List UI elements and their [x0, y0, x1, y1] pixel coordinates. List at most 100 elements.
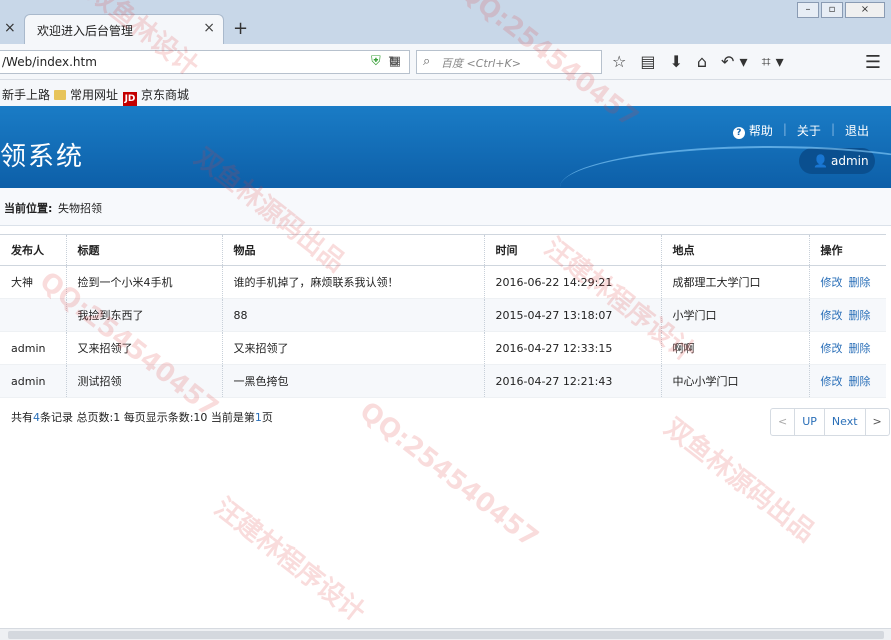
cell-title: 测试招领 — [65, 364, 222, 398]
window-close-icon[interactable]: × — [845, 2, 885, 18]
column-header: 地点 — [660, 234, 809, 266]
cell-time: 2016-04-27 12:21:43 — [483, 364, 661, 398]
total-records: 4 — [33, 411, 40, 424]
browser-tab[interactable]: 欢迎进入后台管理 × — [24, 14, 224, 44]
delete-link[interactable]: 删除 — [849, 342, 871, 355]
delete-link[interactable]: 删除 — [849, 375, 871, 388]
toolbar-icons: ☆ ▤ ⬇ ⌂ ↶ ▾ ⌗ ▾ — [612, 52, 798, 72]
search-bar[interactable]: ⌕ 百度 <Ctrl+K> — [416, 50, 602, 74]
minimize-icon[interactable]: – — [797, 2, 819, 18]
delete-link[interactable]: 删除 — [849, 309, 871, 322]
menu-icon[interactable]: ☰ — [865, 52, 881, 73]
crop-icon[interactable]: ⌗ ▾ — [762, 52, 784, 72]
cell-actions: 修改 删除 — [808, 298, 886, 332]
breadcrumb-value: 失物招领 — [58, 202, 102, 215]
edit-link[interactable]: 修改 — [821, 375, 843, 388]
column-header: 发布人 — [0, 234, 66, 266]
window-controls: – ▫ × — [795, 2, 885, 18]
app-header: 领系统 ? 帮助 | 关于 | 退出 👤 admin — [0, 106, 891, 188]
cell-actions: 修改 删除 — [808, 331, 886, 365]
logout-link[interactable]: 退出 — [845, 122, 869, 139]
jd-logo-icon: JD — [123, 92, 137, 106]
watermark: 汪建林程序设计 — [208, 492, 371, 629]
cell-time: 2016-06-22 14:29:21 — [483, 265, 661, 299]
table-row: admin 又来招领了 又来招领了 2016-04-27 12:33:15 啊啊… — [0, 331, 886, 365]
bookmark-item[interactable]: 常用网址 — [54, 86, 118, 103]
cell-publisher: 大神 — [0, 265, 66, 299]
record-summary: 共有4条记录 总页数:1 每页显示条数:10 当前是第1页 — [11, 411, 273, 424]
browser-navbar: /Web/index.htm ⛨ ▦ ↻ ⌕ 百度 <Ctrl+K> ☆ ▤ ⬇ … — [0, 44, 891, 80]
browser-tabstrip: × 欢迎进入后台管理 × + – ▫ × — [0, 0, 891, 44]
help-link[interactable]: ? 帮助 — [732, 122, 773, 139]
cell-publisher: admin — [0, 364, 66, 398]
bookmark-item[interactable]: 新手上路 — [2, 86, 50, 103]
table-row: 我捡到东西了 88 2015-04-27 13:18:07 小学门口 修改 删除 — [0, 298, 886, 332]
lost-found-table: 发布人 标题 物品 时间 地点 操作 大神 捡到一个小米4手机 谁的手机掉了，麻… — [0, 234, 886, 398]
shield-icon: ⛨ — [370, 54, 381, 69]
edit-link[interactable]: 修改 — [821, 342, 843, 355]
cell-actions: 修改 删除 — [808, 265, 886, 299]
scrollbar-thumb[interactable] — [8, 631, 884, 639]
column-header: 操作 — [808, 234, 886, 266]
next-icon[interactable]: > — [866, 409, 889, 435]
cell-place: 成都理工大学门口 — [660, 265, 809, 299]
new-tab-icon[interactable]: + — [233, 18, 248, 39]
bookmarks-bar: 新手上路 常用网址 JD 京东商城 — [0, 80, 891, 106]
reload-icon[interactable]: ↻ — [388, 54, 400, 70]
horizontal-scrollbar[interactable] — [0, 628, 891, 640]
user-badge[interactable]: 👤 admin — [799, 148, 875, 174]
search-icon: ⌕ — [423, 54, 431, 69]
pager: < UP Next > — [770, 408, 890, 436]
current-page: 1 — [254, 411, 262, 424]
cell-title: 我捡到东西了 — [65, 298, 222, 332]
bookmark-star-icon[interactable]: ☆ — [612, 52, 626, 72]
about-link[interactable]: 关于 — [797, 122, 821, 139]
cell-item: 88 — [221, 298, 484, 332]
delete-link[interactable]: 删除 — [849, 276, 871, 289]
watermark: QQ:254540457 — [353, 396, 544, 554]
close-icon[interactable]: × — [4, 20, 16, 36]
address-bar[interactable]: /Web/index.htm ⛨ ▦ — [0, 50, 410, 74]
cell-place: 小学门口 — [660, 298, 809, 332]
cell-title: 又来招领了 — [65, 331, 222, 365]
app-title: 领系统 — [0, 142, 85, 172]
next-button[interactable]: Next — [825, 409, 866, 435]
cell-item: 谁的手机掉了，麻烦联系我认领！ — [221, 265, 484, 299]
cell-time: 2015-04-27 13:18:07 — [483, 298, 661, 332]
table-row: 大神 捡到一个小米4手机 谁的手机掉了，麻烦联系我认领！ 2016-06-22 … — [0, 265, 886, 299]
header-links: ? 帮助 | 关于 | 退出 — [723, 122, 869, 139]
cell-time: 2016-04-27 12:33:15 — [483, 331, 661, 365]
table-header-row: 发布人 标题 物品 时间 地点 操作 — [0, 234, 886, 266]
tab-close-icon[interactable]: × — [203, 20, 215, 36]
user-name: admin — [831, 154, 869, 168]
up-button[interactable]: UP — [795, 409, 825, 435]
cell-place: 啊啊 — [660, 331, 809, 365]
url-text: /Web/index.htm — [2, 55, 97, 69]
search-placeholder: 百度 <Ctrl+K> — [441, 57, 521, 70]
reading-list-icon[interactable]: ▤ — [640, 52, 655, 72]
home-icon[interactable]: ⌂ — [697, 52, 707, 72]
cell-item: 又来招领了 — [221, 331, 484, 365]
column-header: 时间 — [483, 234, 661, 266]
breadcrumb-label: 当前位置: — [4, 202, 53, 215]
edit-link[interactable]: 修改 — [821, 276, 843, 289]
help-icon: ? — [732, 127, 745, 139]
column-header: 物品 — [221, 234, 484, 266]
cell-publisher — [0, 298, 66, 332]
tab-title: 欢迎进入后台管理 — [37, 24, 134, 38]
cell-actions: 修改 删除 — [808, 364, 886, 398]
undo-icon[interactable]: ↶ ▾ — [721, 52, 748, 72]
column-header: 标题 — [65, 234, 222, 266]
cell-title: 捡到一个小米4手机 — [65, 265, 222, 299]
cell-item: 一黑色挎包 — [221, 364, 484, 398]
prev-icon[interactable]: < — [771, 409, 796, 435]
cell-place: 中心小学门口 — [660, 364, 809, 398]
divider: | — [782, 122, 787, 136]
maximize-icon[interactable]: ▫ — [821, 2, 843, 18]
edit-link[interactable]: 修改 — [821, 309, 843, 322]
folder-icon — [54, 90, 66, 100]
bookmark-item[interactable]: JD 京东商城 — [123, 86, 189, 106]
download-icon[interactable]: ⬇ — [669, 52, 682, 72]
divider: | — [830, 122, 835, 136]
cell-publisher: admin — [0, 331, 66, 365]
